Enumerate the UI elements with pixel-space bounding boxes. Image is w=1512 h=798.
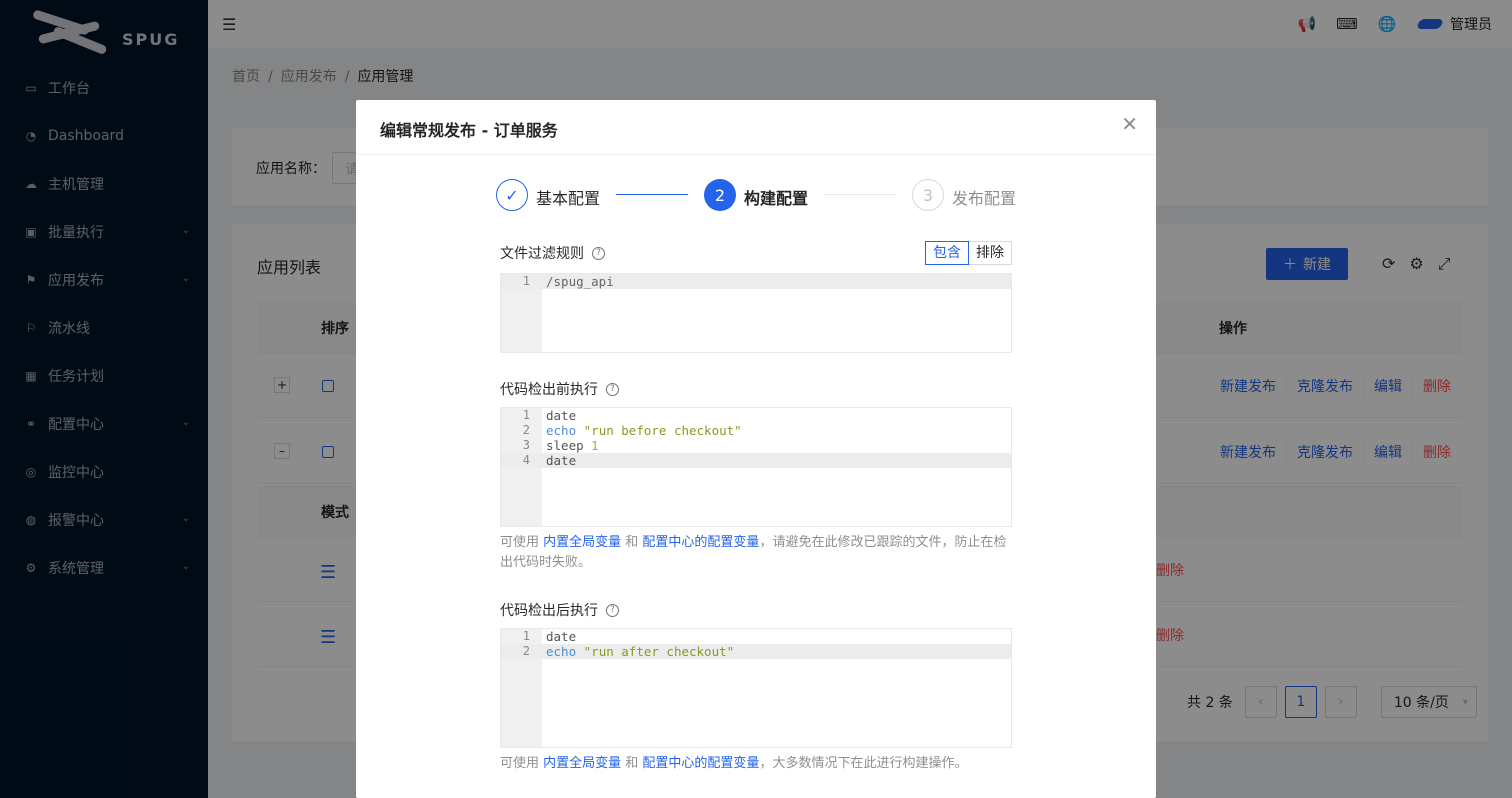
step-2-icon: 2	[704, 179, 736, 211]
code-text: echo "run before checkout"	[546, 423, 742, 438]
filter-editor[interactable]: 1/spug_api	[500, 273, 1012, 353]
pre-checkout-label-text: 代码检出前执行	[500, 382, 598, 398]
modal-header: 编辑常规发布 - 订单服务 ✕	[356, 100, 1156, 155]
exclude-button[interactable]: 排除	[969, 241, 1012, 265]
hint-text: ，大多数情况下在此进行构建操作。	[759, 756, 968, 771]
step-deploy-label: 发布配置	[952, 189, 1017, 208]
pre-checkout-hint: 可使用 内置全局变量 和 配置中心的配置变量，请避免在此修改已跟踪的文件，防止在…	[500, 533, 1012, 573]
step-3-icon: 3	[912, 179, 944, 211]
include-button[interactable]: 包含	[925, 241, 969, 265]
code-line: 1 date	[522, 408, 577, 423]
builtin-vars-link[interactable]: 内置全局变量	[543, 756, 621, 771]
code-text: echo "run after checkout"	[546, 644, 735, 659]
post-checkout-editor[interactable]: 1 date 2 echo "run after checkout"	[500, 628, 1012, 748]
check-icon[interactable]: ✓	[496, 179, 528, 211]
pre-checkout-label: 代码检出前执行 ?	[500, 379, 619, 399]
code-line: 4 date	[501, 453, 1011, 468]
step-basic-label[interactable]: 基本配置	[536, 185, 600, 209]
code-line: 3 sleep 1	[522, 438, 599, 453]
modal-title: 编辑常规发布 - 订单服务	[380, 121, 558, 140]
code-line: 2 echo "run before checkout"	[522, 423, 742, 438]
code-line: 1 date	[522, 629, 577, 644]
hint-text: 可使用	[500, 535, 544, 550]
filter-label-text: 文件过滤规则	[500, 246, 584, 262]
pre-checkout-editor[interactable]: 1 date 2 echo "run before checkout" 3 sleep…	[500, 407, 1012, 527]
code-text: /spug_api	[546, 274, 614, 289]
post-checkout-label-text: 代码检出后执行	[500, 603, 598, 619]
builtin-vars-link[interactable]: 内置全局变量	[543, 535, 621, 550]
hint-text: 和	[621, 756, 643, 771]
code-text: date	[546, 453, 577, 468]
step-build-label: 构建配置	[744, 189, 809, 208]
code-text: date	[546, 408, 577, 423]
edit-deploy-modal: 编辑常规发布 - 订单服务 ✕ ✓ 基本配置 2 构建配置 3 发布配置 文件过…	[356, 100, 1156, 798]
filter-mode-toggle: 包含 排除	[925, 241, 1012, 265]
filter-label: 文件过滤规则 ?	[500, 243, 605, 263]
close-icon[interactable]: ✕	[1121, 114, 1138, 134]
steps: ✓ 基本配置 2 构建配置 3 发布配置	[496, 179, 1016, 211]
question-circle-icon[interactable]: ?	[606, 382, 619, 396]
post-checkout-label: 代码检出后执行 ?	[500, 600, 619, 620]
step-line-done	[616, 194, 688, 195]
code-line: 1/spug_api	[501, 274, 1011, 289]
config-vars-link[interactable]: 配置中心的配置变量	[642, 535, 759, 550]
question-circle-icon[interactable]: ?	[606, 603, 619, 617]
question-circle-icon[interactable]: ?	[592, 246, 605, 260]
hint-text: 可使用	[500, 756, 544, 771]
code-text: sleep 1	[546, 438, 599, 453]
hint-text: 和	[621, 535, 643, 550]
post-checkout-hint: 可使用 内置全局变量 和 配置中心的配置变量，大多数情况下在此进行构建操作。	[500, 754, 1012, 774]
code-line: 2 echo "run after checkout"	[501, 644, 1011, 659]
config-vars-link[interactable]: 配置中心的配置变量	[642, 756, 759, 771]
step-line-pending	[824, 194, 896, 195]
code-text: date	[546, 629, 577, 644]
